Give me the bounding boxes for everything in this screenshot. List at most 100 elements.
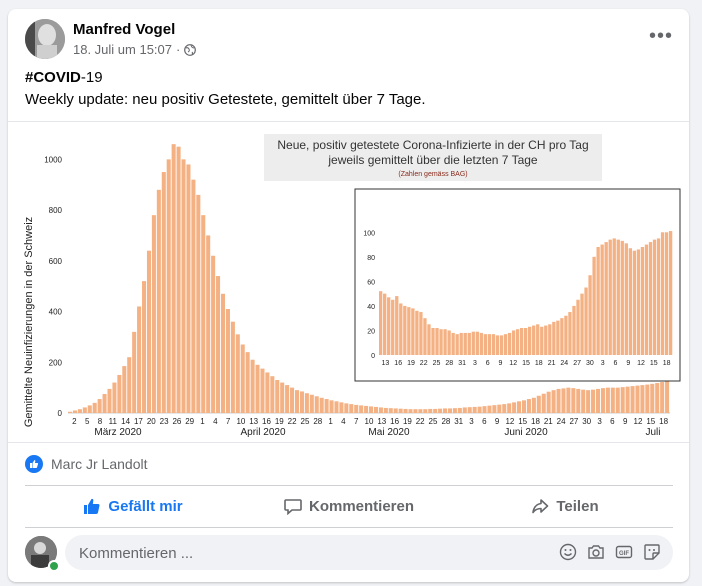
chart-bar (72, 410, 77, 413)
chart-bar (571, 388, 576, 413)
x-tick-label: 31 (454, 417, 463, 426)
chart-bar (250, 359, 255, 413)
chart-bar (418, 409, 423, 413)
chart-bar (463, 332, 467, 355)
chart-bar (492, 405, 497, 413)
post-text-line1: #COVID-19 (25, 69, 103, 86)
x-tick-label: 13 (377, 417, 386, 426)
x-tick-label: 12 (634, 417, 643, 426)
chart-bar (68, 411, 73, 413)
comment-button[interactable]: Kommentieren (241, 490, 457, 522)
post-timestamp[interactable]: 18. Juli um 15:07 (73, 42, 172, 57)
x-tick-label: 10 (236, 417, 245, 426)
hashtag-covid[interactable]: #COVID (25, 69, 81, 86)
chart-bar (635, 385, 640, 413)
x-tick-label: 9 (626, 360, 630, 367)
x-tick-label: 30 (582, 417, 591, 426)
reaction-names[interactable]: Marc Jr Landolt (51, 456, 147, 472)
x-tick-label: 25 (433, 360, 441, 367)
x-tick-label: 16 (262, 417, 271, 426)
chart-bar (265, 372, 270, 413)
chart-bar (596, 247, 600, 355)
chart-bar (604, 242, 608, 355)
post-image-chart[interactable]: 0 200 400 600 800 1000 2 5 8 11 14 17 20 23 26 29 1 4 7 10 1… (8, 121, 689, 443)
chart-bar (156, 189, 161, 413)
chart-bar (531, 397, 536, 413)
chart-svg: 020040060080010002 5 8 11 14 17 20 23 26 29 1 4 7 10 1… (23, 134, 681, 438)
chart-bar (595, 388, 601, 413)
chart-bar (512, 402, 517, 413)
chart-bar (487, 405, 492, 413)
chart-bar (566, 387, 571, 413)
chart-bar (383, 293, 387, 355)
y-tick-label: 800 (49, 206, 63, 215)
chart-bar (423, 318, 427, 355)
month-label: März 2020 (94, 427, 142, 438)
author-name[interactable]: Manfred Vogel (73, 21, 175, 38)
more-options-icon[interactable]: ••• (649, 26, 673, 46)
chart-bar (117, 374, 122, 413)
chart-bar (644, 244, 649, 355)
chart-bar (664, 232, 669, 355)
x-tick-label: 23 (160, 417, 169, 426)
chart-bar (196, 194, 201, 413)
gif-icon[interactable]: GIF (615, 543, 633, 561)
chart-bar (191, 179, 196, 413)
chart-bar (270, 376, 275, 413)
like-button[interactable]: Gefällt mir (25, 490, 241, 522)
chart-bar (536, 324, 540, 355)
chart-bar (452, 408, 457, 413)
chart-bar (479, 332, 483, 355)
sticker-icon[interactable] (643, 543, 661, 561)
x-tick-label: 3 (469, 417, 474, 426)
camera-icon[interactable] (587, 543, 605, 561)
chart-bar (620, 387, 625, 413)
chart-bar (132, 331, 137, 413)
x-tick-label: 28 (441, 417, 450, 426)
x-tick-label: 19 (407, 360, 415, 367)
chart-bar (475, 331, 479, 355)
x-tick-label: 14 (121, 417, 130, 426)
chart-bar (447, 408, 452, 413)
chart-bar (142, 281, 147, 413)
x-tick-label: 22 (416, 417, 425, 426)
chart-bar (624, 243, 628, 355)
comment-icon (284, 499, 302, 515)
x-tick-label: 1 (328, 417, 333, 426)
chart-bar (640, 247, 645, 355)
post-card: Manfred Vogel 18. Juli um 15:07 · ••• #C… (8, 9, 689, 582)
comment-box[interactable]: GIF (65, 535, 673, 572)
chart-bar (521, 400, 527, 413)
x-tick-label: 15 (522, 360, 530, 367)
x-tick-label: 20 (147, 417, 156, 426)
author-avatar[interactable] (25, 19, 65, 59)
share-button[interactable]: Teilen (457, 490, 673, 522)
x-tick-label: 16 (394, 360, 402, 367)
x-tick-label: 30 (586, 360, 594, 367)
x-tick-label: 28 (445, 360, 453, 367)
chart-bar (146, 250, 151, 413)
chart-bar (471, 331, 475, 355)
x-tick-label: 19 (403, 417, 412, 426)
x-tick-label: 26 (172, 417, 181, 426)
chart-bar (576, 388, 581, 413)
chart-bar (260, 368, 265, 413)
comment-input[interactable] (77, 535, 501, 572)
like-label: Gefällt mir (108, 497, 183, 515)
chart-bar (408, 409, 413, 413)
chart-bar (329, 400, 334, 413)
chart-bar (235, 334, 240, 413)
chart-bar (201, 215, 206, 413)
chart-bar (528, 326, 532, 355)
chart-bar (176, 146, 181, 413)
chart-bar (556, 320, 560, 355)
x-tick-label: 9 (498, 360, 502, 367)
x-tick-label: 25 (429, 417, 438, 426)
chart-bar (413, 409, 418, 413)
chart-bar (415, 310, 419, 355)
x-tick-label: 16 (390, 417, 399, 426)
chart-bar (211, 255, 216, 413)
x-tick-label: 7 (354, 417, 359, 426)
reactions-summary[interactable]: Marc Jr Landolt (25, 455, 147, 473)
emoji-icon[interactable] (559, 543, 577, 561)
